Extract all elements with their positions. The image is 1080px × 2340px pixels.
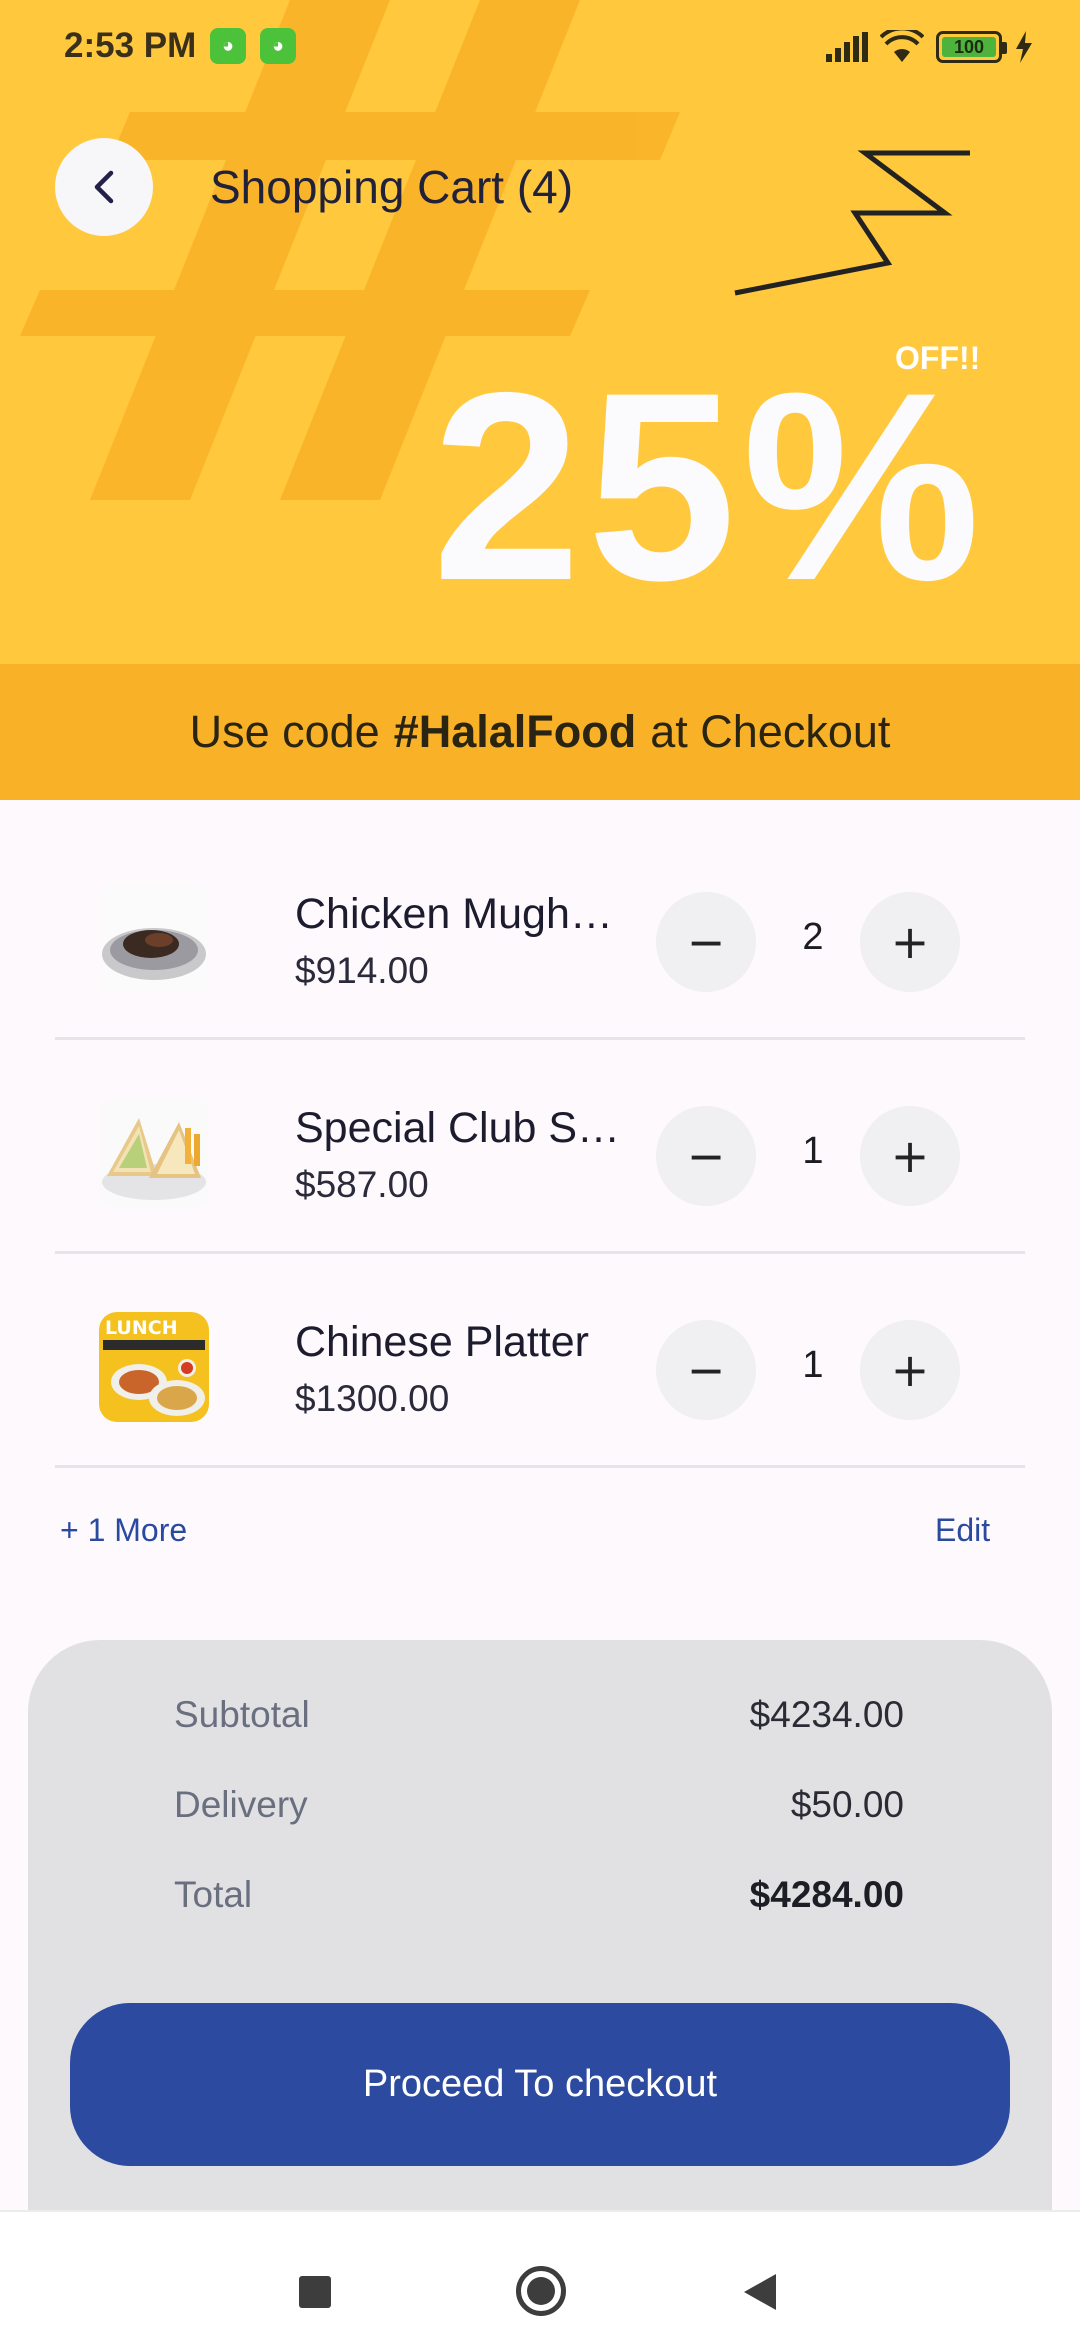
promo-code-suffix: at Checkout — [650, 706, 891, 757]
promo-banner: 2:53 PM ◕ ◕ 100 Shopping Cart (4) OFF!! … — [0, 0, 1080, 664]
increase-quantity-button[interactable]: + — [860, 1320, 960, 1420]
decrease-quantity-button[interactable]: − — [656, 1320, 756, 1420]
edit-cart-link[interactable]: Edit — [935, 1512, 990, 1549]
total-value: $4284.00 — [749, 1874, 904, 1915]
item-quantity: 2 — [802, 916, 824, 958]
discount-percent: 25% — [432, 336, 987, 636]
cart-item: Chicken Mugh… $914.00 − 2 + — [55, 826, 1025, 1040]
promo-code-prefix: Use code — [189, 706, 380, 757]
promo-code-strip: Use code #HalalFood at Checkout — [0, 664, 1080, 800]
battery-level: 100 — [942, 37, 996, 57]
increase-quantity-button[interactable]: + — [860, 892, 960, 992]
battery-icon: 100 — [936, 31, 1007, 63]
status-bar: 2:53 PM ◕ ◕ 100 — [0, 0, 1080, 96]
item-price: $914.00 — [295, 950, 429, 991]
minus-icon: − — [686, 1129, 726, 1183]
subtotal-label: Subtotal — [174, 1694, 310, 1735]
promo-code: #HalalFood — [393, 706, 637, 757]
back-triangle-icon[interactable] — [742, 2272, 778, 2312]
item-price: $1300.00 — [295, 1378, 450, 1419]
proceed-to-checkout-button[interactable]: Proceed To checkout — [70, 2003, 1010, 2166]
minus-icon: − — [686, 1343, 726, 1397]
item-price: $587.00 — [295, 1164, 429, 1205]
status-time: 2:53 PM — [64, 26, 197, 65]
cart-item: Special Club S… $587.00 − 1 + — [55, 1040, 1025, 1254]
cat-app-icon: ◕ — [260, 28, 296, 64]
recent-apps-icon[interactable] — [299, 2276, 331, 2308]
cat-app-icon: ◕ — [210, 28, 246, 64]
wifi-icon — [880, 30, 924, 62]
increase-quantity-button[interactable]: + — [860, 1106, 960, 1206]
home-icon[interactable] — [516, 2266, 566, 2316]
charging-icon — [1016, 31, 1032, 63]
item-name: Chicken Mugh… — [295, 890, 613, 938]
decrease-quantity-button[interactable]: − — [656, 1106, 756, 1206]
cart-list: Chicken Mugh… $914.00 − 2 + Special Club — [55, 826, 1025, 1468]
system-navigation-bar — [0, 2210, 1080, 2340]
cart-item: LUNCH Chinese Platter $1300.00 − 1 + — [55, 1254, 1025, 1468]
signal-icon — [826, 32, 868, 62]
decrease-quantity-button[interactable]: − — [656, 892, 756, 992]
back-button[interactable] — [55, 138, 153, 236]
club-sandwich-photo — [99, 1098, 209, 1208]
delivery-value: $50.00 — [790, 1784, 904, 1825]
item-name: Chinese Platter — [295, 1318, 589, 1366]
page-title: Shopping Cart (4) — [210, 161, 574, 213]
sizzler-plate-photo — [99, 884, 209, 994]
plus-icon: + — [890, 915, 930, 969]
item-name: Special Club S… — [295, 1104, 621, 1152]
order-summary: Subtotal $4234.00 Delivery $50.00 Total … — [28, 1640, 1052, 2300]
more-items-link[interactable]: + 1 More — [60, 1512, 187, 1549]
item-quantity: 1 — [802, 1130, 824, 1172]
plus-icon: + — [890, 1129, 930, 1183]
plus-icon: + — [890, 1343, 930, 1397]
delivery-label: Delivery — [174, 1784, 308, 1825]
chevron-left-icon — [94, 170, 114, 204]
svg-text:LUNCH: LUNCH — [105, 1317, 178, 1339]
lunch-special-platter-photo: LUNCH — [99, 1312, 209, 1422]
total-label: Total — [174, 1874, 253, 1915]
subtotal-value: $4234.00 — [749, 1694, 904, 1735]
minus-icon: − — [686, 915, 726, 969]
item-quantity: 1 — [802, 1344, 824, 1386]
zigzag-decoration — [734, 150, 970, 296]
